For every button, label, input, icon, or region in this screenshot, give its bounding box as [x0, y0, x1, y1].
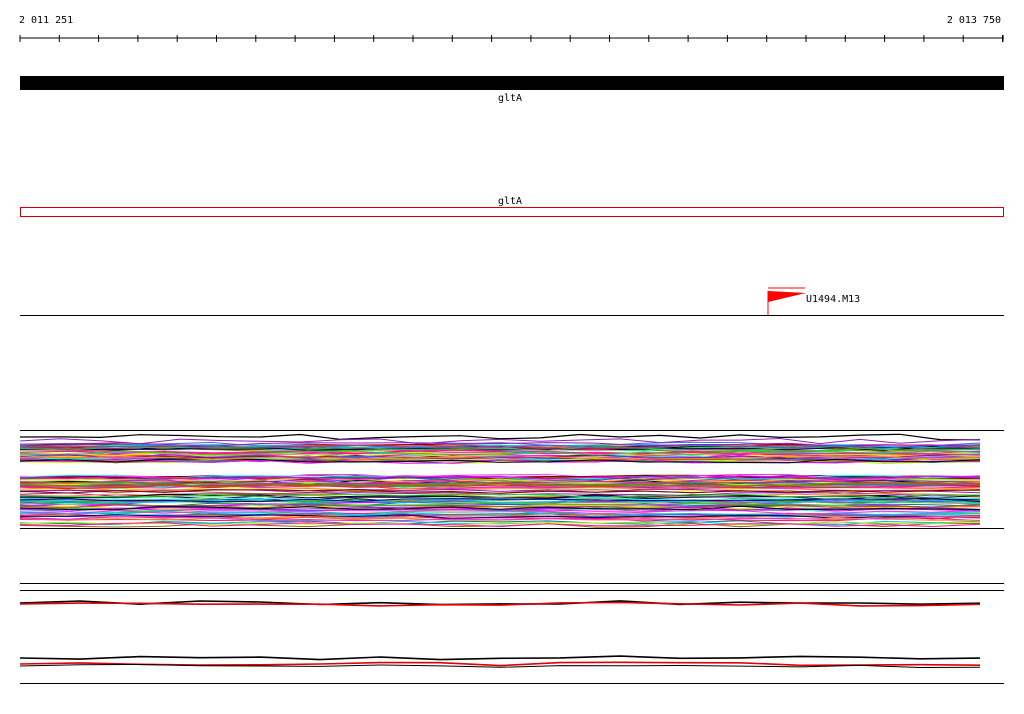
- cds-label: gltA: [498, 196, 522, 207]
- signal-track-2-lines: [19, 655, 981, 669]
- gene-label: gltA: [498, 93, 522, 104]
- signal-track-1: [19, 583, 1004, 607]
- ruler-end-label: 2 013 750: [947, 15, 1001, 26]
- coverage-track: [19, 430, 1004, 529]
- gene-bar[interactable]: [20, 76, 1004, 90]
- coverage-lines: [19, 433, 981, 528]
- cds-box[interactable]: [20, 207, 1004, 217]
- marker-flag-icon[interactable]: [768, 291, 806, 302]
- marker-label: U1494.M13: [806, 294, 860, 305]
- coordinate-ruler: 2 011 251 2 013 750: [19, 15, 1004, 42]
- feature-marker-track: U1494.M13: [20, 287, 1004, 316]
- cds-track: gltA: [20, 196, 1004, 217]
- signal-track-2: [19, 655, 1004, 684]
- signal-line: [19, 655, 981, 661]
- signal-track-1-lines: [19, 600, 981, 607]
- gene-track: gltA: [20, 76, 1004, 104]
- genome-browser-view: 2 011 251 2 013 750 gltA gltA U1494.M13: [19, 15, 1004, 684]
- ruler-start-label: 2 011 251: [19, 15, 73, 26]
